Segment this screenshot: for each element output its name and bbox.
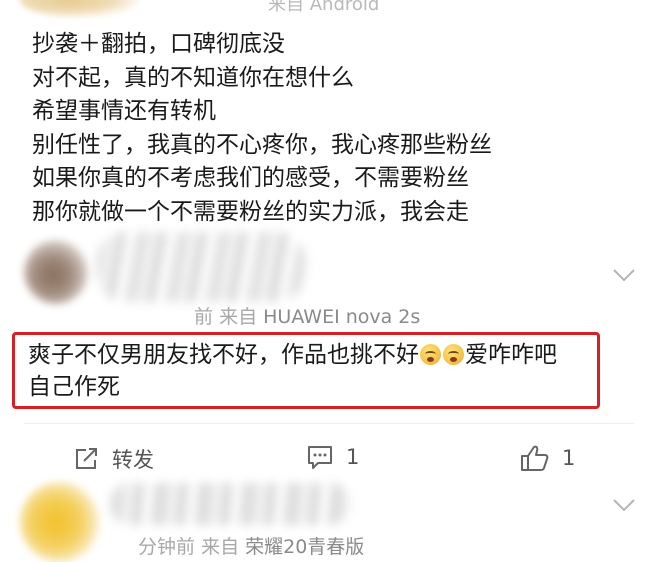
comment-meta: 分钟前 来自 荣耀20青春版 (138, 532, 364, 559)
comment-line-1: 爽子不仅男朋友找不好，作品也挑不好 爱咋咋吧 (28, 339, 608, 371)
post-line: 如果你真的不考虑我们的感受，不需要粉丝 (32, 165, 469, 191)
blurred-username[interactable] (96, 232, 306, 302)
blurred-avatar-top (20, 0, 140, 18)
like-button[interactable]: 1 (520, 444, 575, 472)
thumbs-up-icon (521, 445, 549, 471)
post-line: 希望事情还有转机 (32, 98, 216, 124)
avatar[interactable] (20, 482, 100, 562)
forward-button[interactable]: 转发 (74, 444, 154, 474)
share-icon (76, 448, 97, 469)
comment-text-part: 爱咋咋吧 (465, 342, 557, 368)
comment-time: 前 (194, 306, 214, 328)
comment-count: 1 (346, 445, 360, 469)
comment-text-part: 爽子不仅男朋友找不好，作品也挑不好 (28, 342, 419, 368)
comment-text: 爽子不仅男朋友找不好，作品也挑不好 爱咋咋吧 自己作死 (28, 339, 608, 403)
source-label: 来自 (201, 536, 240, 558)
comment-icon (308, 446, 332, 469)
device-name[interactable]: HUAWEI nova 2s (263, 306, 420, 328)
comment-time: 分钟前 (138, 536, 196, 558)
divider (24, 423, 634, 424)
like-count: 1 (562, 446, 576, 470)
comment-button[interactable]: 1 (306, 444, 359, 470)
blurred-username[interactable] (110, 483, 350, 525)
source-label: 来自 (219, 306, 258, 328)
forward-label: 转发 (112, 448, 154, 472)
chevron-down-icon[interactable] (613, 267, 635, 282)
device-name[interactable]: 荣耀20青春版 (245, 536, 364, 558)
fearful-face-emoji-icon (420, 344, 441, 365)
post-line: 别任性了，我真的不心疼你，我心疼那些粉丝 (32, 131, 492, 158)
chevron-down-icon[interactable] (613, 497, 635, 512)
fearful-face-emoji-icon (443, 344, 464, 365)
post-source: 来自 Android (268, 0, 380, 15)
comment-meta: 前 来自 HUAWEI nova 2s (194, 302, 420, 329)
post-line: 抄袭＋翻拍，口碑彻底没 (32, 31, 285, 57)
avatar[interactable] (24, 240, 88, 304)
post-body: 抄袭＋翻拍，口碑彻底没 对不起，真的不知道你在想什么 希望事情还有转机 别任性了… (32, 28, 492, 229)
post-line: 那你就做一个不需要粉丝的实力派，我会走 (32, 198, 469, 225)
post-line: 对不起，真的不知道你在想什么 (32, 64, 354, 91)
comment-line-2: 自己作死 (28, 374, 120, 400)
